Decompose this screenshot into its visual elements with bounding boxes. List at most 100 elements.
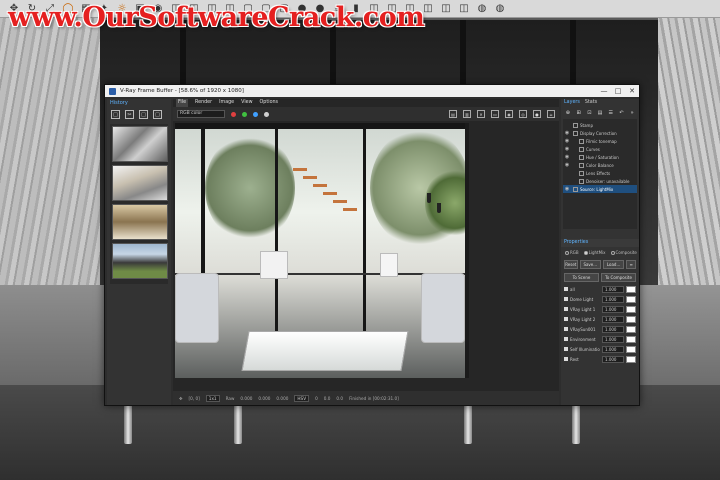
menu-render[interactable]: Render: [195, 99, 212, 107]
radio-rgb[interactable]: RGB: [565, 250, 579, 255]
title-bar[interactable]: V-Ray Frame Buffer - [58.6% of 1920 x 10…: [105, 85, 639, 97]
globe-icon[interactable]: ◍: [476, 3, 488, 15]
lightmix-channel-row: VRay Light 1 1.000: [561, 304, 639, 314]
maximize-button[interactable]: □: [611, 87, 625, 95]
channel-checkbox[interactable]: [564, 297, 568, 301]
cube-icon[interactable]: ◫: [440, 3, 452, 15]
channel-multiplier-input[interactable]: 1.000: [602, 355, 624, 363]
history-compare-icon[interactable]: ✂: [125, 110, 134, 119]
layer-tool-icon[interactable]: ⊞: [575, 109, 583, 117]
clear-icon[interactable]: ✕: [477, 110, 485, 118]
eye-icon[interactable]: ◉: [563, 138, 571, 144]
layer-item[interactable]: ◉ Filmic tonemap: [563, 137, 637, 145]
cube-icon[interactable]: ◫: [458, 3, 470, 15]
channel-checkbox[interactable]: [564, 287, 568, 291]
red-channel-toggle[interactable]: [231, 111, 236, 117]
history-delete-icon[interactable]: □: [153, 110, 162, 119]
channel-color-swatch[interactable]: [626, 345, 636, 353]
channel-multiplier-input[interactable]: 1.000: [602, 285, 624, 293]
rendered-image[interactable]: [175, 123, 465, 378]
channel-multiplier-input[interactable]: 1.000: [602, 305, 624, 313]
layer-item[interactable]: ◉ Source: LightMix: [563, 185, 637, 193]
reset-button[interactable]: Reset: [564, 260, 578, 269]
layer-tool-icon[interactable]: ⊡: [585, 109, 593, 117]
history-thumbnail[interactable]: [112, 204, 168, 240]
history-load-icon[interactable]: □: [139, 110, 148, 119]
layer-item[interactable]: ◉ Hue / Saturation: [563, 153, 637, 161]
save-button[interactable]: Save...: [579, 260, 601, 269]
eye-icon[interactable]: ◉: [563, 186, 571, 192]
tab-layers[interactable]: Layers: [564, 99, 580, 107]
channel-color-swatch[interactable]: [626, 305, 636, 313]
layer-item[interactable]: Lens Effects: [563, 169, 637, 177]
channel-checkbox[interactable]: [564, 317, 568, 321]
teapot-render-icon[interactable]: ☕: [547, 110, 555, 118]
layer-item[interactable]: ◉ Display Correction: [563, 129, 637, 137]
channel-checkbox[interactable]: [564, 307, 568, 311]
history-save-icon[interactable]: □: [111, 110, 120, 119]
color-mode: Raw: [225, 395, 235, 401]
green-channel-toggle[interactable]: [242, 111, 247, 117]
layer-item[interactable]: Denoiser: unavailable: [563, 177, 637, 185]
blue-channel-toggle[interactable]: [253, 111, 258, 117]
channel-multiplier-input[interactable]: 1.000: [602, 325, 624, 333]
zoom-select[interactable]: 1x1: [205, 394, 220, 402]
interactive-render-icon[interactable]: ◎: [519, 110, 527, 118]
layer-item[interactable]: ◉ Curves: [563, 145, 637, 153]
region-render-icon[interactable]: ▭: [491, 110, 499, 118]
channel-multiplier-input[interactable]: 1.000: [602, 345, 624, 353]
alpha-channel-toggle[interactable]: [264, 111, 269, 117]
radio-lightmix[interactable]: LightMix: [583, 250, 606, 255]
channel-checkbox[interactable]: [564, 327, 568, 331]
menu-image[interactable]: Image: [219, 99, 234, 107]
menu-file[interactable]: File: [176, 99, 189, 107]
channel-color-swatch[interactable]: [626, 335, 636, 343]
layer-item[interactable]: ◉ Color Balance: [563, 161, 637, 169]
history-thumbnail[interactable]: [112, 243, 168, 279]
channel-select[interactable]: RGB color: [177, 110, 225, 118]
eye-icon[interactable]: ◉: [563, 130, 571, 136]
load-button[interactable]: Load...: [602, 260, 625, 269]
layer-tool-icon[interactable]: ↶: [618, 109, 626, 117]
channel-color-swatch[interactable]: [626, 315, 636, 323]
channel-checkbox[interactable]: [564, 337, 568, 341]
stop-render-icon[interactable]: ●: [533, 110, 541, 118]
channel-checkbox[interactable]: [564, 357, 568, 361]
layer-item[interactable]: Stamp: [563, 121, 637, 129]
layer-tool-icon[interactable]: »: [628, 109, 636, 117]
radio-composite[interactable]: Composite: [610, 250, 637, 255]
channel-checkbox[interactable]: [564, 347, 568, 351]
minimize-button[interactable]: —: [597, 87, 611, 95]
history-thumbnail[interactable]: [112, 126, 168, 162]
layer-tool-icon[interactable]: ▤: [596, 109, 604, 117]
eye-icon[interactable]: ◉: [563, 154, 571, 160]
render-scrollbar[interactable]: [465, 123, 469, 378]
channel-color-swatch[interactable]: [626, 325, 636, 333]
tab-stats[interactable]: Stats: [585, 99, 597, 107]
layer-tool-icon[interactable]: ⊕: [564, 109, 572, 117]
layer-type-icon: [579, 138, 584, 144]
save-all-icon[interactable]: ▥: [463, 110, 471, 118]
channel-color-swatch[interactable]: [626, 295, 636, 303]
channel-color-swatch[interactable]: [626, 285, 636, 293]
channel-multiplier-input[interactable]: 1.000: [602, 295, 624, 303]
menu-view[interactable]: View: [241, 99, 252, 107]
history-thumbnail[interactable]: [112, 165, 168, 201]
close-button[interactable]: ✕: [625, 87, 639, 95]
options-menu-button[interactable]: ≡: [626, 260, 636, 269]
to-composite-button[interactable]: To Composite: [601, 273, 636, 282]
layer-label: Lens Effects: [586, 170, 611, 176]
save-image-icon[interactable]: ▤: [449, 110, 457, 118]
menu-options[interactable]: Options: [260, 99, 279, 107]
layer-label: Display Correction: [580, 130, 617, 136]
color-space-select[interactable]: HSV: [294, 394, 310, 402]
globe-icon[interactable]: ◍: [494, 3, 506, 15]
channel-multiplier-input[interactable]: 1.000: [602, 315, 624, 323]
eye-icon[interactable]: ◉: [563, 162, 571, 168]
channel-color-swatch[interactable]: [626, 355, 636, 363]
to-scene-button[interactable]: To Scene: [564, 273, 599, 282]
channel-multiplier-input[interactable]: 1.000: [602, 335, 624, 343]
eye-icon[interactable]: ◉: [563, 146, 571, 152]
render-icon[interactable]: ◉: [505, 110, 513, 118]
layer-tool-icon[interactable]: ☰: [607, 109, 615, 117]
